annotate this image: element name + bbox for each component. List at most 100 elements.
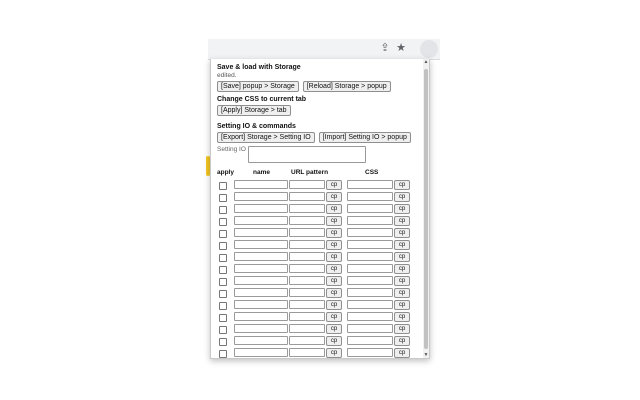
copy-css-button[interactable]: cp — [394, 192, 410, 202]
share-icon[interactable]: ⇪ — [378, 41, 392, 55]
apply-checkbox[interactable] — [219, 266, 227, 274]
scroll-up-icon[interactable]: ▲ — [423, 59, 429, 65]
css-input[interactable] — [347, 324, 393, 333]
css-input[interactable] — [347, 300, 393, 309]
url-pattern-input[interactable] — [289, 288, 325, 297]
css-input[interactable] — [347, 288, 393, 297]
url-pattern-input[interactable] — [289, 324, 325, 333]
url-pattern-input[interactable] — [289, 336, 325, 345]
copy-url-button[interactable]: cp — [326, 276, 342, 286]
import-button[interactable]: [Import] Setting IO > popup — [318, 132, 411, 143]
css-input[interactable] — [347, 228, 393, 237]
css-input[interactable] — [347, 204, 393, 213]
popup-scrollbar[interactable]: ▲ ▼ — [423, 59, 429, 358]
url-pattern-input[interactable] — [289, 300, 325, 309]
url-pattern-input[interactable] — [289, 240, 325, 249]
name-input[interactable] — [234, 264, 288, 273]
apply-checkbox[interactable] — [219, 206, 227, 214]
copy-css-button[interactable]: cp — [394, 228, 410, 238]
scroll-down-icon[interactable]: ▼ — [423, 352, 429, 358]
copy-url-button[interactable]: cp — [326, 228, 342, 238]
copy-css-button[interactable]: cp — [394, 348, 410, 358]
name-input[interactable] — [234, 204, 288, 213]
css-input[interactable] — [347, 192, 393, 201]
copy-url-button[interactable]: cp — [326, 324, 342, 334]
copy-url-button[interactable]: cp — [326, 216, 342, 226]
url-pattern-input[interactable] — [289, 312, 325, 321]
name-input[interactable] — [234, 192, 288, 201]
copy-css-button[interactable]: cp — [394, 252, 410, 262]
apply-checkbox[interactable] — [219, 314, 227, 322]
scroll-thumb[interactable] — [424, 69, 428, 349]
copy-url-button[interactable]: cp — [326, 348, 342, 358]
name-input[interactable] — [234, 276, 288, 285]
apply-checkbox[interactable] — [219, 230, 227, 238]
copy-url-button[interactable]: cp — [326, 204, 342, 214]
name-input[interactable] — [234, 288, 288, 297]
apply-checkbox[interactable] — [219, 326, 227, 334]
export-button[interactable]: [Export] Storage > Setting IO — [217, 132, 315, 143]
name-input[interactable] — [234, 300, 288, 309]
url-pattern-input[interactable] — [289, 180, 325, 189]
url-pattern-input[interactable] — [289, 204, 325, 213]
copy-css-button[interactable]: cp — [394, 300, 410, 310]
url-pattern-input[interactable] — [289, 348, 325, 357]
name-input[interactable] — [234, 348, 288, 357]
name-input[interactable] — [234, 240, 288, 249]
star-icon[interactable]: ★ — [394, 41, 408, 55]
save-button[interactable]: [Save] popup > Storage — [217, 81, 299, 92]
copy-css-button[interactable]: cp — [394, 180, 410, 190]
copy-url-button[interactable]: cp — [326, 336, 342, 346]
copy-url-button[interactable]: cp — [326, 252, 342, 262]
copy-css-button[interactable]: cp — [394, 204, 410, 214]
name-input[interactable] — [234, 312, 288, 321]
url-pattern-input[interactable] — [289, 192, 325, 201]
name-input[interactable] — [234, 324, 288, 333]
name-input[interactable] — [234, 252, 288, 261]
css-input[interactable] — [347, 276, 393, 285]
css-input[interactable] — [347, 252, 393, 261]
copy-css-button[interactable]: cp — [394, 312, 410, 322]
copy-css-button[interactable]: cp — [394, 240, 410, 250]
copy-css-button[interactable]: cp — [394, 324, 410, 334]
name-input[interactable] — [234, 180, 288, 189]
apply-button[interactable]: [Apply] Storage > tab — [217, 105, 291, 116]
name-input[interactable] — [234, 336, 288, 345]
name-input[interactable] — [234, 216, 288, 225]
copy-css-button[interactable]: cp — [394, 288, 410, 298]
name-input[interactable] — [234, 228, 288, 237]
css-input[interactable] — [347, 216, 393, 225]
copy-url-button[interactable]: cp — [326, 180, 342, 190]
copy-url-button[interactable]: cp — [326, 240, 342, 250]
apply-checkbox[interactable] — [219, 338, 227, 346]
setting-io-textarea[interactable] — [247, 146, 366, 163]
apply-checkbox[interactable] — [219, 290, 227, 298]
css-input[interactable] — [347, 336, 393, 345]
css-input[interactable] — [347, 348, 393, 357]
apply-checkbox[interactable] — [219, 302, 227, 310]
copy-url-button[interactable]: cp — [326, 192, 342, 202]
copy-url-button[interactable]: cp — [326, 312, 342, 322]
reload-button[interactable]: [Reload] Storage > popup — [302, 81, 391, 92]
copy-url-button[interactable]: cp — [326, 300, 342, 310]
apply-checkbox[interactable] — [219, 218, 227, 226]
apply-checkbox[interactable] — [219, 242, 227, 250]
copy-css-button[interactable]: cp — [394, 276, 410, 286]
copy-css-button[interactable]: cp — [394, 264, 410, 274]
url-pattern-input[interactable] — [289, 228, 325, 237]
apply-checkbox[interactable] — [219, 194, 227, 202]
css-input[interactable] — [347, 264, 393, 273]
copy-css-button[interactable]: cp — [394, 216, 410, 226]
apply-checkbox[interactable] — [219, 182, 227, 190]
css-input[interactable] — [347, 312, 393, 321]
url-pattern-input[interactable] — [289, 264, 325, 273]
url-pattern-input[interactable] — [289, 252, 325, 261]
css-input[interactable] — [347, 240, 393, 249]
apply-checkbox[interactable] — [219, 278, 227, 286]
apply-checkbox[interactable] — [219, 350, 227, 358]
extension-icon[interactable] — [420, 40, 438, 58]
copy-url-button[interactable]: cp — [326, 264, 342, 274]
css-input[interactable] — [347, 180, 393, 189]
url-pattern-input[interactable] — [289, 216, 325, 225]
copy-css-button[interactable]: cp — [394, 336, 410, 346]
